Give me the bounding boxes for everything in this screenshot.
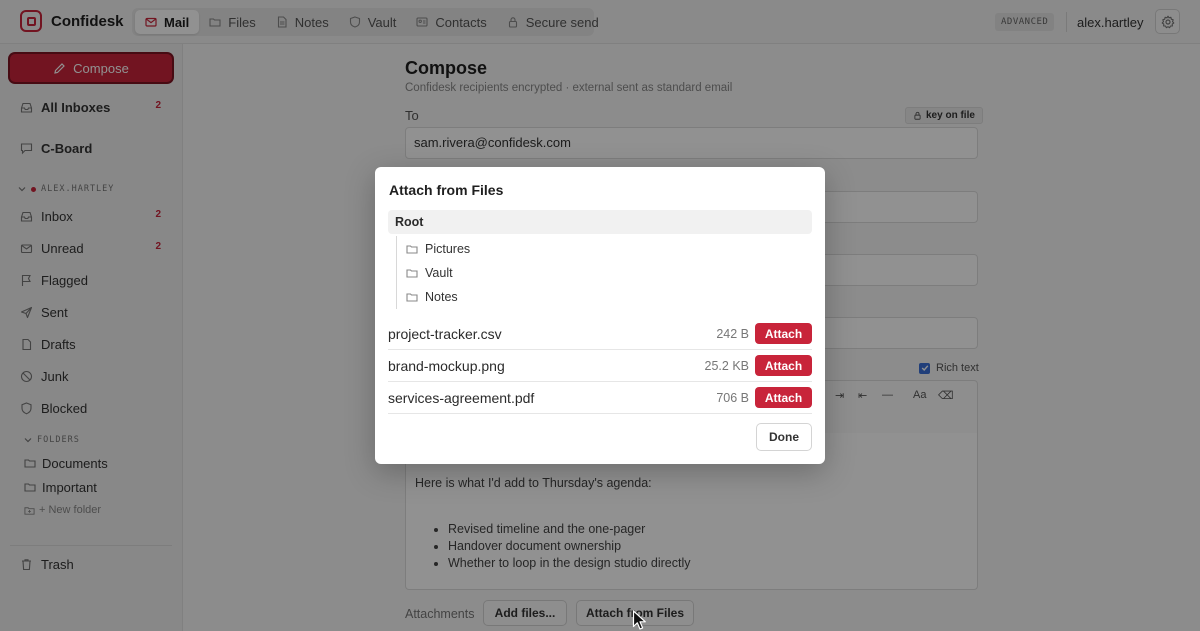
file-row: project-tracker.csv 242 B Attach xyxy=(388,318,812,350)
file-size: 25.2 KB xyxy=(704,359,749,373)
dialog-title: Attach from Files xyxy=(389,182,504,198)
folder-label: Pictures xyxy=(425,242,471,256)
tree-root[interactable]: Root xyxy=(388,210,812,234)
folder-label: Vault xyxy=(425,266,453,280)
folder-icon xyxy=(406,293,418,302)
file-name: services-agreement.pdf xyxy=(388,390,535,406)
file-row: brand-mockup.png 25.2 KB Attach xyxy=(388,350,812,382)
done-button[interactable]: Done xyxy=(756,423,812,451)
file-row: services-agreement.pdf 706 B Attach xyxy=(388,382,812,414)
file-name: project-tracker.csv xyxy=(388,326,502,342)
file-size: 706 B xyxy=(716,391,749,405)
attach-button[interactable]: Attach xyxy=(755,387,812,408)
mouse-cursor-icon xyxy=(632,610,646,630)
file-name: brand-mockup.png xyxy=(388,358,505,374)
file-size: 242 B xyxy=(716,327,749,341)
attach-button[interactable]: Attach xyxy=(755,355,812,376)
tree-folder-notes[interactable]: Notes xyxy=(406,288,458,306)
tree-folder-pictures[interactable]: Pictures xyxy=(406,240,470,258)
folder-icon xyxy=(406,269,418,278)
folder-icon xyxy=(406,245,418,254)
folder-label: Notes xyxy=(425,290,458,304)
attach-button[interactable]: Attach xyxy=(755,323,812,344)
tree-folder-vault[interactable]: Vault xyxy=(406,264,453,282)
tree-guide-line xyxy=(396,236,397,309)
attach-from-files-dialog: Attach from Files Root Pictures Vault No… xyxy=(375,167,825,464)
